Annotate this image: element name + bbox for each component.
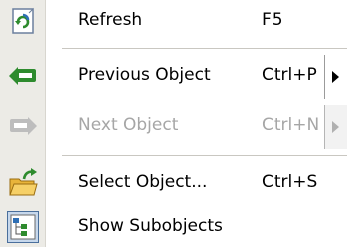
chevron-right-icon [332,71,339,83]
menu-item-show-subobjects[interactable]: Show Subobjects [0,206,347,250]
menu-item-label: Next Object [78,115,179,135]
menu-separator [62,48,347,49]
menu-item-next-object[interactable]: Next Object Ctrl+N [0,105,347,149]
next-object-icon [8,111,38,141]
menu-item-label: Show Subobjects [78,216,223,236]
chevron-right-icon [332,121,339,133]
show-subobjects-icon [7,211,39,243]
menu-item-label: Select Object... [78,172,208,192]
menu-item-select-object[interactable]: Select Object... Ctrl+S [0,162,347,206]
menu-item-previous-object[interactable]: Previous Object Ctrl+P [0,55,347,99]
menu-item-shortcut: Ctrl+S [262,172,318,192]
menu-item-shortcut: F5 [262,10,283,30]
menu-item-refresh[interactable]: Refresh F5 [0,0,347,44]
menu-item-label: Previous Object [78,65,211,85]
menu-item-shortcut: Ctrl+P [262,65,317,85]
menu-item-label: Refresh [78,10,143,30]
select-object-icon [8,168,38,198]
next-object-submenu-button[interactable] [325,105,347,149]
previous-object-icon [8,61,38,91]
refresh-icon [8,6,38,36]
menu-item-shortcut: Ctrl+N [262,115,320,135]
previous-object-submenu-button[interactable] [325,55,347,99]
menu-separator [62,155,347,156]
